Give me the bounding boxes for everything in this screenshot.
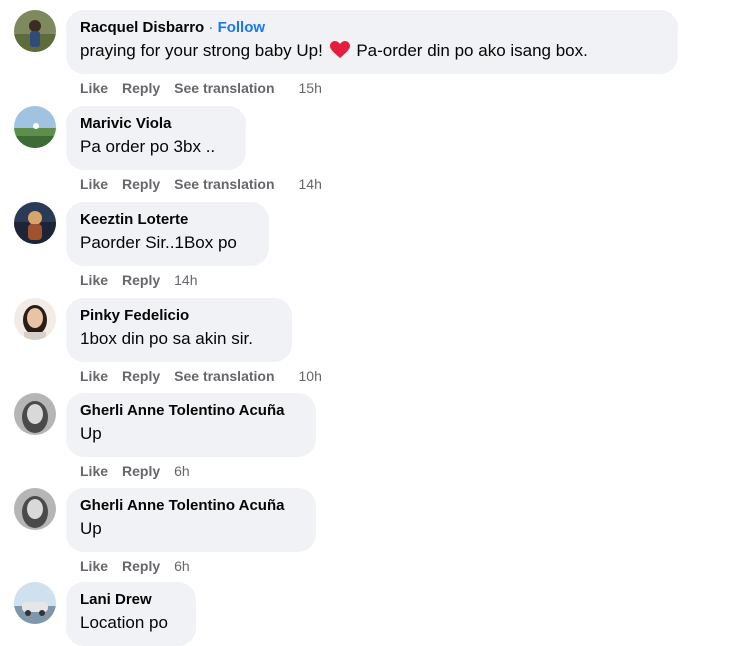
like-button[interactable]: Like (80, 368, 108, 384)
like-button[interactable]: Like (80, 80, 108, 96)
reply-button[interactable]: Reply (122, 558, 160, 574)
comment-timestamp[interactable]: 6h (174, 463, 190, 479)
avatar[interactable] (14, 202, 56, 244)
comment-timestamp[interactable]: 6h (174, 558, 190, 574)
avatar[interactable] (14, 488, 56, 530)
comment-actions: Like Reply See translation 10h (80, 368, 336, 384)
comment-text-part: praying for your strong baby Up! (80, 41, 323, 60)
avatar[interactable] (14, 393, 56, 435)
comment-text: Up (80, 424, 102, 443)
comment-bubble: Pinky Fedelicio 1box din po sa akin sir. (66, 298, 292, 362)
comment-text: Location po (80, 613, 168, 632)
see-translation-link[interactable]: See translation (174, 368, 274, 384)
avatar[interactable] (14, 10, 56, 52)
author-name[interactable]: Racquel Disbarro (80, 19, 204, 36)
avatar[interactable] (14, 106, 56, 148)
comment-author: Racquel Disbarro · Follow (80, 18, 664, 38)
comment-timestamp[interactable]: 14h (299, 176, 322, 192)
like-button[interactable]: Like (80, 558, 108, 574)
comment-bubble: Racquel Disbarro · Follow praying for yo… (66, 10, 678, 74)
comment-text: Pa order po 3bx .. (80, 137, 216, 156)
comment-timestamp[interactable]: 14h (174, 272, 197, 288)
like-button[interactable]: Like (80, 176, 108, 192)
reply-button[interactable]: Reply (122, 176, 160, 192)
comment-bubble: Gherli Anne Tolentino Acuña Up (66, 488, 316, 552)
comment-author[interactable]: Keeztin Loterte (80, 210, 255, 230)
comment-actions: Like Reply 6h (80, 558, 204, 574)
comment-author[interactable]: Gherli Anne Tolentino Acuña (80, 496, 302, 516)
comment-author[interactable]: Lani Drew (80, 590, 182, 610)
comment-actions: Like Reply 14h (80, 272, 212, 288)
comment-text: 1box din po sa akin sir. (80, 329, 253, 348)
reply-button[interactable]: Reply (122, 368, 160, 384)
follow-button[interactable]: Follow (218, 19, 266, 36)
avatar[interactable] (14, 298, 56, 340)
like-button[interactable]: Like (80, 272, 108, 288)
like-button[interactable]: Like (80, 463, 108, 479)
see-translation-link[interactable]: See translation (174, 80, 274, 96)
comment-actions: Like Reply 6h (80, 463, 204, 479)
comment-text: Paorder Sir..1Box po (80, 233, 237, 252)
comment-bubble: Gherli Anne Tolentino Acuña Up (66, 393, 316, 457)
comment-text: Up (80, 519, 102, 538)
comment-actions: Like Reply See translation 14h (80, 176, 336, 192)
heart-emoji-icon (329, 41, 350, 67)
comment-author[interactable]: Gherli Anne Tolentino Acuña (80, 401, 302, 421)
comment-timestamp[interactable]: 15h (299, 80, 322, 96)
reply-button[interactable]: Reply (122, 80, 160, 96)
comment-timestamp[interactable]: 10h (299, 368, 322, 384)
comment-text: praying for your strong baby Up! Pa-orde… (80, 38, 664, 67)
comment-text-part: Pa-order din po ako isang box. (356, 41, 588, 60)
avatar[interactable] (14, 582, 56, 624)
comment-bubble: Lani Drew Location po (66, 582, 196, 646)
comment-actions: Like Reply See translation 15h (80, 80, 336, 96)
comment-bubble: Keeztin Loterte Paorder Sir..1Box po (66, 202, 269, 266)
comment-author[interactable]: Pinky Fedelicio (80, 306, 278, 326)
see-translation-link[interactable]: See translation (174, 176, 274, 192)
comment-bubble: Marivic Viola Pa order po 3bx .. (66, 106, 246, 170)
reply-button[interactable]: Reply (122, 463, 160, 479)
reply-button[interactable]: Reply (122, 272, 160, 288)
follow-separator: · (208, 19, 214, 36)
comment-author[interactable]: Marivic Viola (80, 114, 232, 134)
